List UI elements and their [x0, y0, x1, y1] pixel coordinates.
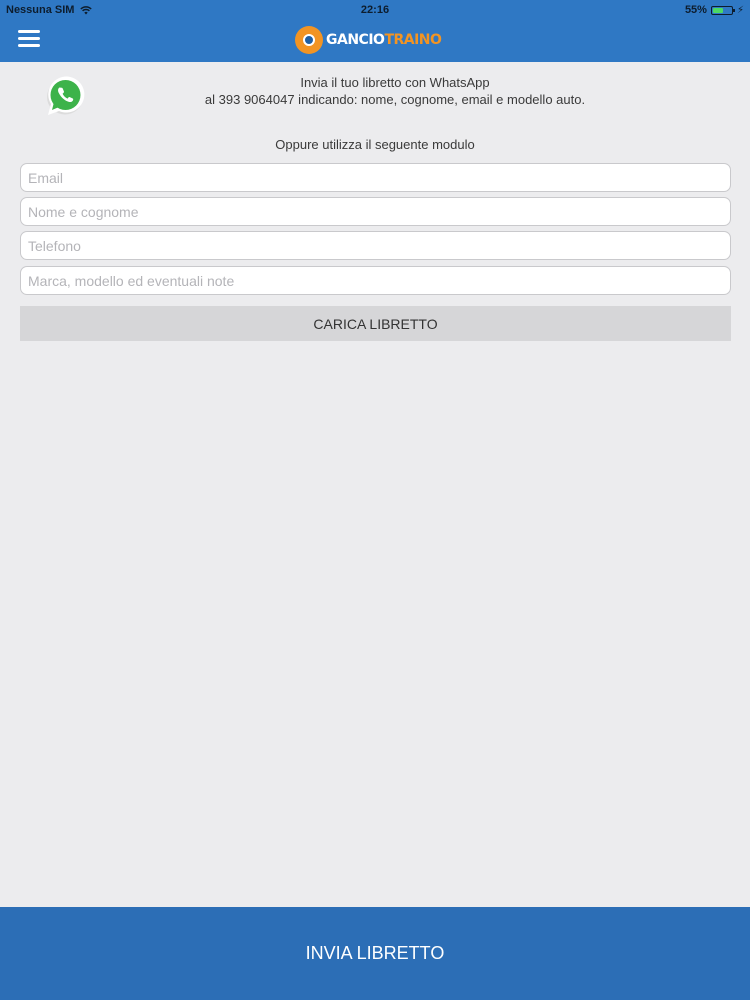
logo-text-part2: TRAINO — [384, 32, 442, 48]
whatsapp-line-1: Invia il tuo libretto con WhatsApp — [300, 75, 490, 90]
top-bar: Nessuna SIM 22:16 55% ⚡ GANCIOTRAINO — [0, 0, 750, 62]
form-heading: Oppure utilizza il seguente modulo — [275, 137, 475, 152]
email-field[interactable] — [20, 163, 731, 192]
phone-field[interactable] — [20, 231, 731, 260]
whatsapp-line-2: al 393 9064047 indicando: nome, cognome,… — [204, 92, 586, 107]
submit-libretto-button[interactable]: INVIA LIBRETTO — [0, 907, 750, 1000]
status-time: 22:16 — [360, 4, 390, 16]
battery-group: 55% ⚡ — [685, 4, 744, 16]
gancio-traino-logo: GANCIOTRAINO — [295, 25, 457, 55]
notes-field[interactable] — [20, 266, 731, 295]
battery-percent: 55% — [684, 4, 707, 16]
logo-mark-icon — [295, 26, 323, 54]
whatsapp-instructions: Invia il tuo libretto con WhatsApp al 39… — [100, 74, 690, 108]
battery-level — [712, 7, 723, 13]
status-bar: Nessuna SIM 22:16 55% ⚡ — [0, 0, 750, 20]
bolt-icon: ⚡ — [736, 4, 744, 16]
hamburger-menu-icon[interactable] — [18, 30, 42, 50]
upload-libretto-button[interactable]: CARICA LIBRETTO — [20, 306, 731, 341]
logo-text-part1: GANCIO — [326, 32, 385, 48]
battery-icon — [710, 5, 735, 15]
app-screen: Nessuna SIM 22:16 55% ⚡ GANCIOTRAINO Inv… — [0, 0, 750, 1000]
logo-text: GANCIOTRAINO — [326, 32, 442, 48]
whatsapp-icon[interactable] — [44, 75, 86, 117]
name-field[interactable] — [20, 197, 731, 226]
